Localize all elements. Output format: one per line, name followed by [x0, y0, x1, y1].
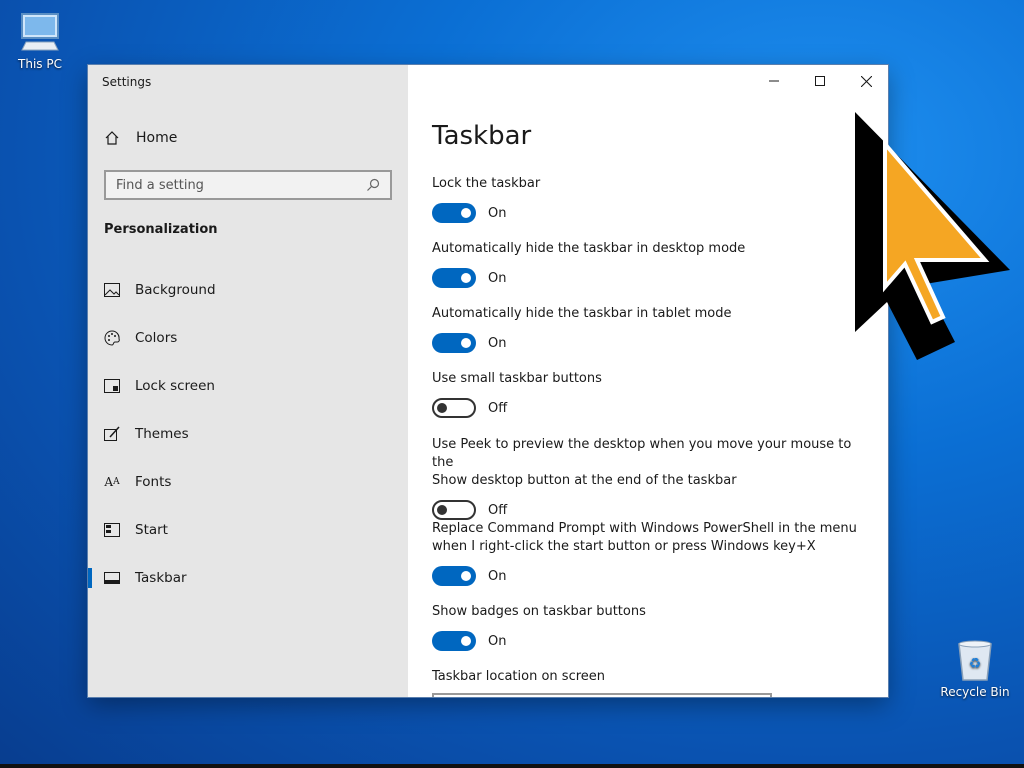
setting-powershell: Replace Command Prompt with Windows Powe… [432, 520, 862, 586]
sidebar-item-label: Lock screen [135, 378, 215, 394]
setting-label-line1: Use Peek to preview the desktop when you… [432, 437, 852, 470]
sidebar-item-label: Start [135, 522, 168, 538]
setting-label: Use small taskbar buttons [432, 371, 602, 386]
palette-icon [104, 330, 120, 346]
picture-icon [104, 282, 120, 298]
fonts-icon: AA [104, 475, 120, 489]
sidebar-item-fonts[interactable]: AA Fonts [88, 462, 408, 502]
toggle-switch[interactable] [432, 631, 476, 651]
sidebar-item-taskbar[interactable]: Taskbar [88, 558, 408, 598]
sidebar-item-background[interactable]: Background [88, 270, 408, 310]
toggle-switch[interactable] [432, 398, 476, 418]
search-icon [367, 178, 380, 191]
sidebar-item-label: Themes [135, 426, 189, 442]
sidebar-item-start[interactable]: Start [88, 510, 408, 550]
setting-badges: Show badges on taskbar buttons On [432, 603, 862, 651]
setting-label: Show badges on taskbar buttons [432, 604, 646, 619]
sidebar-item-label: Colors [135, 330, 178, 346]
mouse-cursor-icon [855, 112, 1010, 360]
sidebar-item-label: Background [135, 282, 216, 298]
setting-small-buttons: Use small taskbar buttons Off [432, 370, 862, 418]
computer-icon [21, 13, 59, 51]
toggle-state: On [488, 270, 507, 286]
sidebar-item-themes[interactable]: Themes [88, 414, 408, 454]
setting-label-line2: Show desktop button at the end of the ta… [432, 473, 737, 488]
recycle-bin-icon: ♻ [958, 640, 992, 681]
home-icon [105, 131, 119, 145]
setting-lock-taskbar: Lock the taskbar On [432, 175, 862, 223]
toggle-switch[interactable] [432, 500, 476, 520]
toggle-switch[interactable] [432, 203, 476, 223]
toggle-state: Off [488, 502, 508, 518]
lock-screen-icon [104, 378, 120, 394]
sidebar-item-lock-screen[interactable]: Lock screen [88, 366, 408, 406]
taskbar-location-dropdown[interactable] [432, 693, 772, 697]
toggle-state: Off [488, 400, 508, 416]
taskbar-edge [0, 764, 1024, 768]
nav-home[interactable]: Home [88, 123, 408, 153]
taskbar-icon [104, 570, 120, 586]
desktop-icon-this-pc[interactable]: This PC [0, 10, 80, 71]
sidebar-item-label: Taskbar [135, 570, 187, 586]
toggle-switch[interactable] [432, 566, 476, 586]
setting-peek: Use Peek to preview the desktop when you… [432, 436, 862, 520]
sidebar-item-colors[interactable]: Colors [88, 318, 408, 358]
setting-label: Automatically hide the taskbar in tablet… [432, 306, 732, 321]
setting-label: Taskbar location on screen [432, 669, 606, 684]
main-content: Taskbar Lock the taskbar On Automaticall… [408, 65, 888, 697]
setting-label-line2: when I right-click the start button or p… [432, 539, 816, 554]
toggle-switch[interactable] [432, 333, 476, 353]
setting-autohide-desktop: Automatically hide the taskbar in deskto… [432, 240, 862, 288]
search-input[interactable]: Find a setting [104, 170, 392, 200]
desktop-icon-recycle-bin[interactable]: ♻ Recycle Bin [935, 638, 1015, 699]
app-title: Settings [102, 75, 152, 89]
settings-window: Settings Home Find a setting Personaliza… [88, 65, 888, 697]
svg-text:♻: ♻ [969, 656, 982, 672]
nav-home-label: Home [136, 130, 178, 146]
start-icon [104, 522, 120, 538]
setting-location: Taskbar location on screen [432, 668, 862, 686]
setting-autohide-tablet: Automatically hide the taskbar in tablet… [432, 305, 862, 353]
setting-label: Lock the taskbar [432, 176, 541, 191]
toggle-state: On [488, 568, 507, 584]
desktop-icon-label: This PC [18, 57, 62, 71]
toggle-state: On [488, 335, 507, 351]
page-title: Taskbar [432, 121, 532, 151]
toggle-switch[interactable] [432, 268, 476, 288]
setting-label-line1: Replace Command Prompt with Windows Powe… [432, 521, 857, 536]
sidebar: Settings Home Find a setting Personaliza… [88, 65, 408, 697]
brush-icon [104, 426, 120, 442]
search-placeholder: Find a setting [116, 177, 204, 193]
setting-label: Automatically hide the taskbar in deskto… [432, 241, 746, 256]
section-title: Personalization [104, 222, 218, 237]
desktop-icon-label: Recycle Bin [940, 685, 1010, 699]
toggle-state: On [488, 205, 507, 221]
toggle-state: On [488, 633, 507, 649]
sidebar-item-label: Fonts [135, 474, 172, 490]
